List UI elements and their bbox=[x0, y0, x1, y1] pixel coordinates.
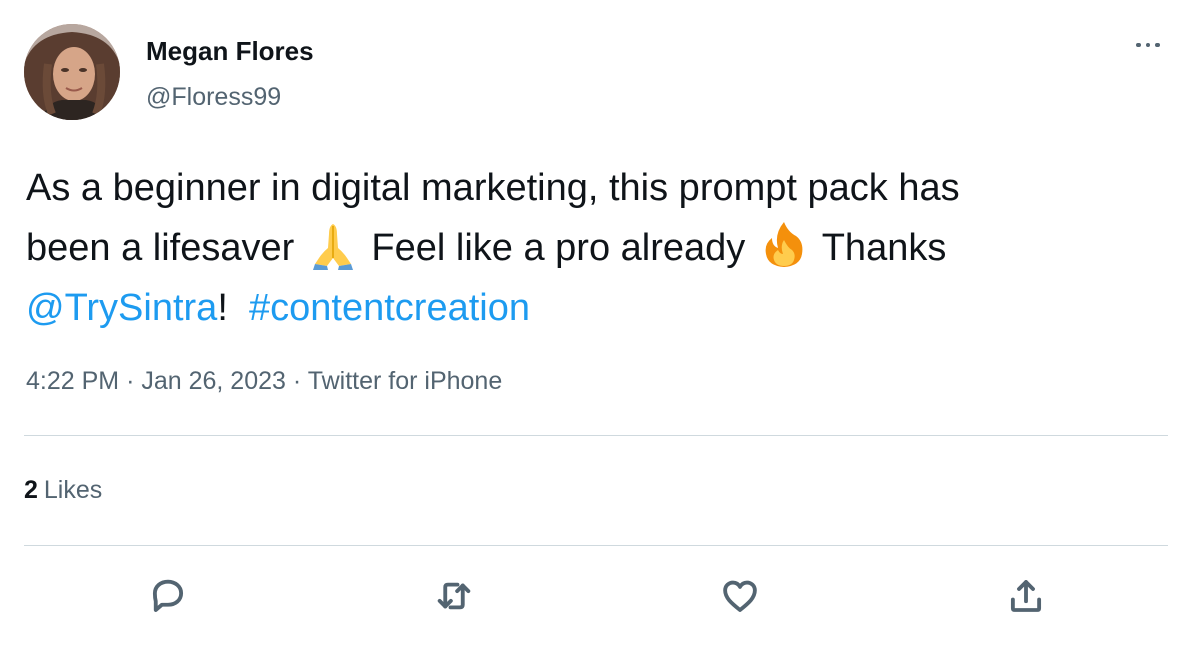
like-button[interactable] bbox=[716, 572, 764, 620]
avatar[interactable] bbox=[24, 24, 120, 120]
tweet-meta: 4:22 PM · Jan 26, 2023 · Twitter for iPh… bbox=[26, 367, 502, 396]
reply-icon bbox=[152, 579, 184, 612]
share-icon bbox=[1010, 580, 1042, 612]
more-dot bbox=[1145, 42, 1151, 48]
fire-icon bbox=[765, 222, 803, 267]
reply-button[interactable] bbox=[144, 572, 192, 620]
meta-separator: · bbox=[292, 367, 302, 395]
folded-hands-icon bbox=[312, 224, 353, 270]
more-dot bbox=[1136, 42, 1141, 48]
tweet-time[interactable]: 4:22 PM bbox=[26, 367, 119, 395]
likes-label: Likes bbox=[43, 476, 103, 504]
retweet-button[interactable] bbox=[430, 572, 478, 620]
tweet-source[interactable]: Twitter for iPhone bbox=[308, 367, 503, 395]
author-name[interactable]: Megan Flores bbox=[146, 36, 314, 67]
tweet-text-line1: As a beginner in digital marketing, this… bbox=[26, 167, 960, 209]
likes-stat[interactable]: 2 Likes bbox=[24, 476, 102, 505]
avatar-image bbox=[24, 24, 120, 120]
tweet-date[interactable]: Jan 26, 2023 bbox=[141, 367, 286, 395]
heart-icon bbox=[723, 580, 757, 612]
tweet-card: Megan Flores @Floress99 As a beginner in… bbox=[0, 0, 1192, 668]
author-handle[interactable]: @Floress99 bbox=[146, 83, 281, 112]
tweet-text-segment: Thanks bbox=[821, 227, 947, 269]
divider bbox=[24, 435, 1168, 436]
mention-link[interactable]: @TrySintra bbox=[26, 287, 217, 329]
hashtag-link[interactable]: #contentcreation bbox=[249, 287, 530, 329]
meta-separator: · bbox=[126, 367, 135, 395]
tweet-text-punctuation: ! bbox=[217, 287, 228, 329]
more-dot bbox=[1155, 42, 1160, 48]
divider bbox=[24, 545, 1168, 546]
tweet-text-segment: Feel like a pro already bbox=[371, 227, 746, 269]
tweet-text: As a beginner in digital marketing, this… bbox=[26, 158, 1176, 338]
share-button[interactable] bbox=[1002, 572, 1050, 620]
more-icon[interactable] bbox=[1128, 30, 1168, 60]
likes-count: 2 bbox=[24, 476, 38, 504]
retweet-icon bbox=[437, 582, 471, 610]
tweet-text-segment: been a lifesaver bbox=[26, 227, 295, 269]
